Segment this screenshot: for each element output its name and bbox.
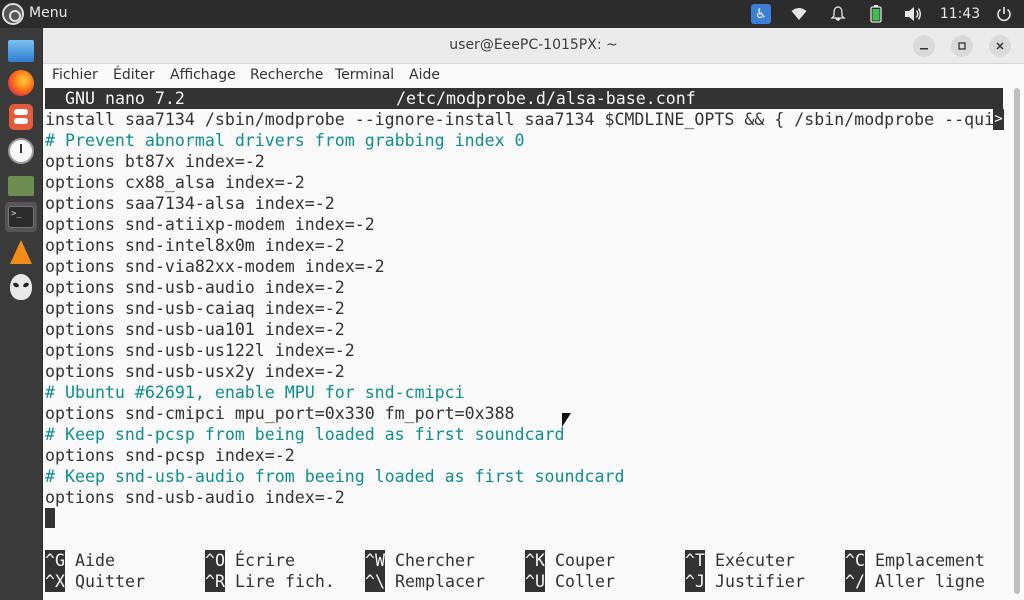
notification-bell-icon[interactable]: [828, 4, 848, 24]
menu-affichage[interactable]: Affichage: [170, 67, 236, 83]
window-titlebar[interactable]: user@EeePC-1015PX: ~: [43, 28, 1024, 64]
shortcut-key: ^T: [685, 550, 705, 571]
file-line: options snd-atiixp-modem index=-2: [45, 215, 375, 234]
power-icon[interactable]: [993, 4, 1015, 24]
menu-fichier[interactable]: Fichier: [52, 67, 98, 83]
file-line: install saa7134 /sbin/modprobe --ignore-…: [45, 110, 995, 129]
shortcut-aller-ligne[interactable]: Aller ligne: [875, 571, 985, 592]
file-line: options snd-usb-caiaq index=-2: [45, 299, 345, 318]
terminal-app-icon[interactable]: >_: [5, 202, 37, 232]
menu-aide[interactable]: Aide: [409, 67, 440, 83]
wifi-icon[interactable]: [789, 4, 809, 24]
shortcut-key: ^O: [205, 550, 225, 571]
menu-button[interactable]: Menu: [29, 5, 67, 21]
close-button[interactable]: [989, 35, 1011, 57]
firefox-icon[interactable]: [5, 68, 37, 98]
file-line: options snd-usb-audio index=-2: [45, 488, 345, 507]
text-cursor: [45, 508, 55, 528]
mouse-pointer-icon: [562, 413, 571, 427]
comment-line: # Ubuntu #62691, enable MPU for snd-cmip…: [45, 383, 465, 402]
shortcut-ecrire[interactable]: Écrire: [235, 550, 295, 571]
shortcut-remplacer[interactable]: Remplacer: [395, 571, 485, 592]
shortcut-key: ^C: [845, 550, 865, 571]
shortcut-coller[interactable]: Coller: [555, 571, 615, 592]
ubuntu-logo-icon[interactable]: [2, 3, 24, 25]
top-panel: Menu ♿ 11:43: [0, 0, 1024, 28]
menu-editer[interactable]: Éditer: [113, 67, 154, 83]
dock: >_: [0, 28, 42, 600]
settings-app-icon[interactable]: [5, 102, 37, 132]
battery-icon[interactable]: [866, 4, 886, 24]
clock[interactable]: 11:43: [940, 4, 980, 24]
file-line: options snd-cmipci mpu_port=0x330 fm_por…: [45, 404, 515, 423]
comment-line: # Keep snd-pcsp from being loaded as fir…: [45, 425, 565, 444]
shortcut-key: ^/: [845, 571, 865, 592]
shortcut-couper[interactable]: Couper: [555, 550, 615, 571]
shortcut-quitter[interactable]: Quitter: [75, 571, 145, 592]
nano-header: GNU nano 7.2 /etc/modprobe.d/alsa-base.c…: [45, 88, 1003, 109]
comment-line: # Prevent abnormal drivers from grabbing…: [45, 131, 525, 150]
window-title: user@EeePC-1015PX: ~: [449, 37, 618, 53]
menubar: Fichier Éditer Affichage Recherche Termi…: [43, 64, 1024, 88]
shortcut-key: ^W: [365, 550, 385, 571]
shortcut-key: ^R: [205, 571, 225, 592]
file-line: options snd-usb-audio index=-2: [45, 278, 345, 297]
shortcut-key: ^U: [525, 571, 545, 592]
minimize-button[interactable]: [913, 35, 935, 57]
line-overflow-marker: >: [993, 109, 1004, 130]
file-manager-icon[interactable]: [5, 170, 37, 200]
shortcut-key: ^\: [365, 571, 385, 592]
shortcut-executer[interactable]: Exécuter: [715, 550, 795, 571]
file-line: options snd-usb-ua101 index=-2: [45, 320, 345, 339]
shortcut-emplacement[interactable]: Emplacement: [875, 550, 985, 571]
file-line: options snd-via82xx-modem index=-2: [45, 257, 385, 276]
menu-recherche[interactable]: Recherche: [250, 67, 324, 83]
file-line: options snd-usb-usx2y index=-2: [45, 362, 345, 381]
vlc-icon[interactable]: [5, 238, 37, 268]
shortcut-aide[interactable]: Aide: [75, 550, 115, 571]
shortcut-key: ^X: [45, 571, 65, 592]
terminal-content[interactable]: GNU nano 7.2 /etc/modprobe.d/alsa-base.c…: [43, 88, 1009, 600]
file-line: options saa7134-alsa index=-2: [45, 194, 335, 213]
nano-version: GNU nano 7.2: [65, 89, 185, 108]
file-line: options snd-usb-us122l index=-2: [45, 341, 355, 360]
shortcut-key: ^J: [685, 571, 705, 592]
shortcut-key: ^K: [525, 550, 545, 571]
scrollbar[interactable]: [1014, 88, 1020, 594]
shortcut-key: ^G: [45, 550, 65, 571]
volume-icon[interactable]: [903, 4, 923, 24]
terminal-window: user@EeePC-1015PX: ~ Fichier Éditer Affi…: [43, 28, 1024, 600]
shortcut-chercher[interactable]: Chercher: [395, 550, 475, 571]
maximize-button[interactable]: [951, 35, 973, 57]
alien-app-icon[interactable]: [5, 272, 37, 302]
files-app-icon[interactable]: [5, 36, 37, 66]
shortcut-justifier[interactable]: Justifier: [715, 571, 805, 592]
clock-app-icon[interactable]: [5, 136, 37, 166]
file-line: options snd-intel8x0m index=-2: [45, 236, 345, 255]
file-line: options cx88_alsa index=-2: [45, 173, 305, 192]
nano-filename: /etc/modprobe.d/alsa-base.conf: [396, 89, 696, 108]
comment-line: # Keep snd-usb-audio from beeing loaded …: [45, 467, 625, 486]
shortcut-lire-fich[interactable]: Lire fich.: [235, 571, 335, 592]
file-line: options bt87x index=-2: [45, 152, 265, 171]
file-line: options snd-pcsp index=-2: [45, 446, 295, 465]
menu-terminal[interactable]: Terminal: [335, 67, 394, 83]
accessibility-icon[interactable]: ♿: [751, 4, 771, 24]
